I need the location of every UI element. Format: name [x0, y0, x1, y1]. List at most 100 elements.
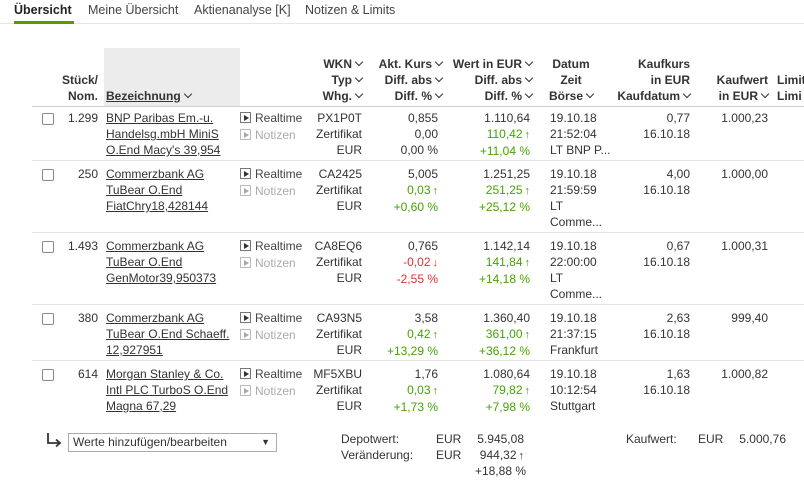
- kaufdatum: 16.10.18: [643, 183, 690, 197]
- instrument-name: Commerzbank AG TuBear O.End FiatChry18,428…: [106, 166, 208, 214]
- wert-diff-abs: 361,00 ↑: [444, 326, 530, 343]
- instrument-name-line[interactable]: Commerzbank AG: [106, 310, 229, 326]
- table-row: 614 Morgan Stanley & Co. Intl PLC TurboS O…: [0, 364, 804, 418]
- boerse: Frankfurt: [550, 343, 599, 357]
- werte-bearbeiten-select[interactable]: Werte hinzufügen/bearbeiten ▼: [68, 433, 277, 452]
- kaufkurs: 4,00: [666, 167, 690, 181]
- table-row: 250 Commerzbank AG TuBear O.End FiatChry18,…: [0, 164, 804, 234]
- wert-column: 1.110,64 110,42 ↑ +11,04 %: [444, 110, 530, 159]
- whg: EUR: [336, 199, 362, 213]
- header-datum-label: Datum: [552, 57, 590, 71]
- header-wert[interactable]: Wert in EUR Diff. abs Diff. %: [444, 56, 534, 104]
- akt-kurs: 0,855: [407, 111, 438, 125]
- header-wkn[interactable]: WKN Typ Whg.: [300, 56, 364, 104]
- header-zeit-label: Zeit: [560, 73, 582, 87]
- chevron-down-icon: [354, 73, 364, 83]
- header-kurs-label: Akt. Kurs: [378, 57, 432, 71]
- tab-aktienanalyse[interactable]: Aktienanalyse [K]: [194, 3, 291, 17]
- instrument-name: Morgan Stanley & Co. Intl PLC TurboS O.En…: [106, 366, 228, 414]
- return-arrow-icon: [47, 433, 62, 448]
- instrument-name-line[interactable]: Magna 67,29: [106, 398, 228, 414]
- akt-kurs: 1,76: [414, 367, 438, 381]
- chevron-down-icon: [354, 89, 364, 99]
- header-limit[interactable]: Limit Limi: [777, 72, 804, 104]
- boerse: LT BNP P...: [550, 143, 611, 157]
- instrument-name-line[interactable]: GenMotor39,950373: [106, 270, 216, 286]
- instrument-name-line[interactable]: TuBear O.End: [106, 254, 216, 270]
- instrument-name-line[interactable]: Commerzbank AG: [106, 238, 216, 254]
- arrow-up-icon: ↑: [432, 385, 439, 397]
- veraenderung-amount: 944,32: [479, 448, 517, 462]
- header-whg-label: Whg.: [322, 89, 352, 103]
- realtime-button[interactable]: Realtime: [240, 166, 302, 183]
- kurs-column: 0,855 0,00 0,00 %: [366, 110, 438, 158]
- instrument-name-line[interactable]: BNP Paribas Em.-u.: [106, 110, 220, 126]
- wert-diff-abs-value: 79,82: [492, 383, 523, 397]
- realtime-button[interactable]: Realtime: [240, 310, 302, 327]
- realtime-label: Realtime: [255, 311, 303, 325]
- zeit: 21:52:04: [550, 127, 597, 141]
- play-icon: [240, 329, 251, 340]
- dropdown-arrow-icon: ▼: [261, 437, 270, 447]
- header-stueck[interactable]: Stück/ Nom.: [48, 72, 98, 104]
- tab-uebersicht[interactable]: Übersicht: [14, 3, 72, 17]
- tab-meine-uebersicht[interactable]: Meine Übersicht: [88, 3, 178, 17]
- wert-diff-abs: 110,42 ↑: [444, 126, 530, 143]
- whg: EUR: [336, 143, 362, 157]
- header-kurs[interactable]: Akt. Kurs Diff. abs Diff. %: [366, 56, 444, 104]
- header-kaufwert[interactable]: Kaufwert in EUR: [692, 72, 770, 104]
- notizen-button[interactable]: Notizen: [240, 183, 296, 200]
- kurs-diff-abs: 0,03 ↑: [366, 182, 438, 199]
- tab-notizen-limits[interactable]: Notizen & Limits: [305, 3, 395, 17]
- row-checkbox[interactable]: [42, 369, 54, 381]
- header-bezeichnung[interactable]: Bezeichnung: [106, 88, 192, 104]
- play-icon: [240, 240, 251, 251]
- wert-diff-abs: 251,25 ↑: [444, 182, 530, 199]
- play-icon: [240, 368, 251, 379]
- header-kaufwert-eur-label: in EUR: [718, 89, 758, 103]
- tab-bar: Übersicht Meine Übersicht Aktienanalyse …: [0, 0, 804, 24]
- notizen-button[interactable]: Notizen: [240, 383, 296, 400]
- realtime-button[interactable]: Realtime: [240, 238, 302, 255]
- row-checkbox[interactable]: [42, 169, 54, 181]
- datum-column: 19.10.18 10:12:54 Stuttgart: [550, 366, 606, 414]
- header-kaufkurs[interactable]: Kaufkurs in EUR Kaufdatum: [604, 56, 692, 104]
- kurs-diff-abs: -0,02 ↓: [366, 254, 438, 271]
- kurs-column: 3,58 0,42 ↑ +13,29 %: [366, 310, 438, 359]
- instrument-name-line[interactable]: 12,927951: [106, 342, 229, 358]
- sort-chevron-icon: [183, 89, 192, 99]
- instrument-name-line[interactable]: Commerzbank AG: [106, 166, 208, 182]
- arrow-down-icon: ↓: [432, 257, 439, 269]
- instrument-name-line[interactable]: Intl PLC TurboS O.End: [106, 382, 228, 398]
- kaufkurs-column: 1,63 16.10.18: [604, 366, 690, 398]
- realtime-button[interactable]: Realtime: [240, 366, 302, 383]
- wert-diff-abs: 141,84 ↑: [444, 254, 530, 271]
- header-datum[interactable]: Datum Zeit Börse: [540, 56, 602, 104]
- whg: EUR: [336, 271, 362, 285]
- wert-eur: 1.360,40: [483, 311, 530, 325]
- header-wert-label: Wert in EUR: [452, 57, 522, 71]
- realtime-button[interactable]: Realtime: [240, 110, 302, 127]
- whg: EUR: [336, 343, 362, 357]
- kaufkurs: 0,67: [666, 239, 690, 253]
- notizen-button[interactable]: Notizen: [240, 127, 296, 144]
- instrument-name-line[interactable]: O.End Macy's 39,954: [106, 142, 220, 158]
- datum: 19.10.18: [550, 239, 597, 253]
- instrument-name: BNP Paribas Em.-u. Handelsg.mbH MiniS O.En…: [106, 110, 220, 158]
- instrument-name-line[interactable]: TuBear O.End: [106, 182, 208, 198]
- active-tab-indicator: [14, 21, 74, 24]
- instrument-name-line[interactable]: FiatChry18,428144: [106, 198, 208, 214]
- header-divider: [32, 106, 804, 107]
- row-divider: [32, 232, 804, 233]
- row-checkbox[interactable]: [42, 113, 54, 125]
- row-checkbox[interactable]: [42, 313, 54, 325]
- veraenderung-label: Veränderung:: [341, 448, 414, 462]
- notizen-button[interactable]: Notizen: [240, 255, 296, 272]
- row-checkbox[interactable]: [42, 241, 54, 253]
- instrument-name-line[interactable]: Handelsg.mbH MiniS: [106, 126, 220, 142]
- kaufkurs: 1,63: [666, 367, 690, 381]
- notizen-button[interactable]: Notizen: [240, 327, 296, 344]
- instrument-name-line[interactable]: Morgan Stanley & Co.: [106, 366, 228, 382]
- instrument-name-line[interactable]: TuBear O.End Schaeff.: [106, 326, 229, 342]
- quantity: 1.493: [67, 239, 98, 253]
